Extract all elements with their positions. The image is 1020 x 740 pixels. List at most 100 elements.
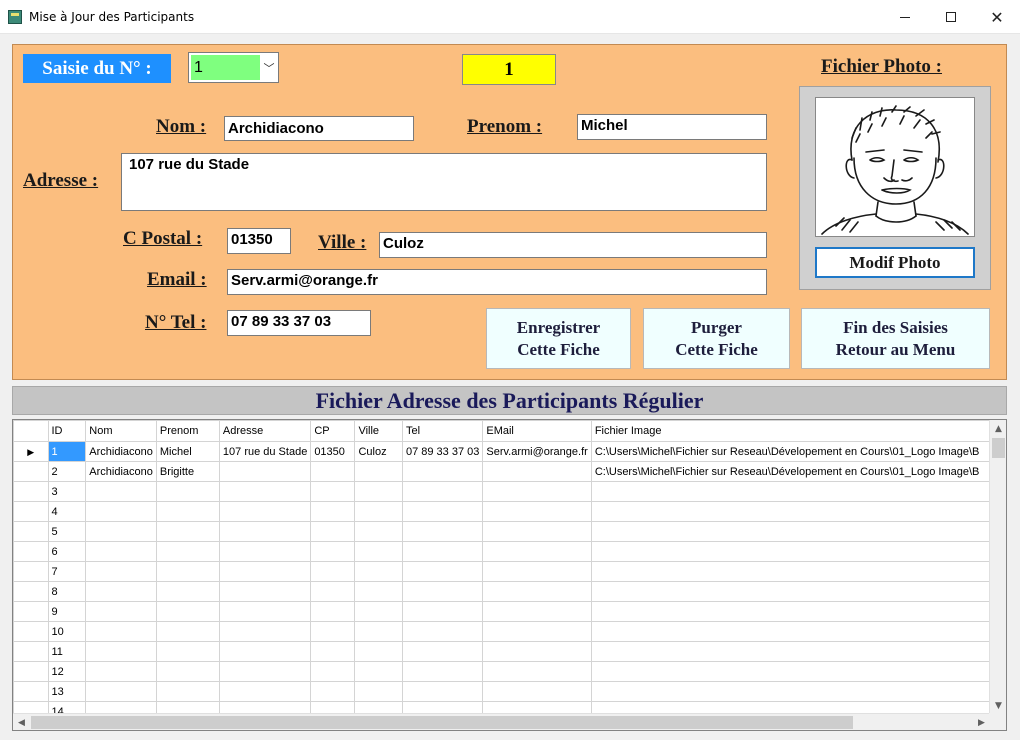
table-cell[interactable] [401,581,484,602]
table-cell[interactable] [354,461,403,482]
table-cell[interactable] [482,601,592,622]
horizontal-scrollbar[interactable]: ◀ ▶ [13,713,990,730]
table-cell[interactable] [155,501,220,522]
table-cell[interactable] [354,621,403,642]
close-button[interactable]: ✕ [974,0,1020,34]
maximize-button[interactable] [928,0,974,34]
table-cell[interactable] [218,661,312,682]
column-header[interactable]: ID [47,420,87,442]
table-cell[interactable] [85,481,157,502]
table-cell[interactable] [218,581,312,602]
table-row[interactable]: 10 [13,621,990,642]
table-cell[interactable] [155,481,220,502]
row-header[interactable] [13,521,49,542]
table-cell[interactable] [482,501,592,522]
table-row[interactable]: 3 [13,481,990,502]
table-cell[interactable] [354,601,403,622]
table-cell[interactable] [85,661,157,682]
table-cell[interactable] [310,461,356,482]
table-cell[interactable] [354,641,403,662]
table-cell[interactable] [401,481,484,502]
table-cell[interactable] [401,501,484,522]
table-cell[interactable] [401,621,484,642]
table-cell[interactable] [590,521,990,542]
table-cell[interactable] [85,561,157,582]
row-header[interactable] [13,621,49,642]
vertical-scrollbar[interactable]: ▲ ▼ [989,420,1006,714]
modify-photo-button[interactable]: Modif Photo [815,247,975,278]
table-cell[interactable]: 3 [47,481,87,502]
table-cell[interactable] [482,541,592,562]
table-cell[interactable] [401,541,484,562]
table-cell[interactable] [354,681,403,702]
table-cell[interactable] [310,581,356,602]
horizontal-scroll-thumb[interactable] [31,716,853,729]
table-cell[interactable] [155,601,220,622]
table-cell[interactable] [401,601,484,622]
table-cell[interactable] [354,501,403,522]
table-cell[interactable]: 6 [47,541,87,562]
table-cell[interactable] [401,461,484,482]
table-cell[interactable] [590,581,990,602]
table-cell[interactable] [401,521,484,542]
table-cell[interactable] [310,621,356,642]
table-cell[interactable]: 4 [47,501,87,522]
prenom-field[interactable]: Michel [577,114,767,140]
table-cell[interactable] [482,581,592,602]
table-cell[interactable] [310,661,356,682]
table-row[interactable]: 13 [13,681,990,702]
table-cell[interactable] [590,621,990,642]
table-cell[interactable]: Brigitte [155,461,220,482]
column-header[interactable]: Nom [85,420,157,442]
table-cell[interactable] [85,581,157,602]
table-cell[interactable] [354,481,403,502]
table-cell[interactable]: 12 [47,661,87,682]
table-cell[interactable]: 11 [47,641,87,662]
table-cell[interactable] [310,521,356,542]
scroll-up-icon[interactable]: ▲ [990,420,1006,437]
record-select[interactable]: 1 ﹀ [188,52,279,83]
scroll-down-icon[interactable]: ▼ [990,697,1006,714]
table-cell[interactable]: C:\Users\Michel\Fichier sur Reseau\Dével… [590,441,990,462]
table-cell[interactable] [590,601,990,622]
purge-record-button[interactable]: Purger Cette Fiche [643,308,790,369]
column-header[interactable]: CP [310,420,356,442]
table-cell[interactable] [590,501,990,522]
row-header[interactable] [13,601,49,622]
table-cell[interactable] [218,521,312,542]
table-cell[interactable] [155,661,220,682]
table-cell[interactable] [482,681,592,702]
ville-field[interactable]: Culoz [379,232,767,258]
row-header[interactable] [13,501,49,522]
table-cell[interactable]: 9 [47,601,87,622]
cpostal-field[interactable]: 01350 [227,228,291,254]
column-header[interactable]: Fichier Image [590,420,990,442]
table-cell[interactable] [155,521,220,542]
table-cell[interactable] [85,621,157,642]
vertical-scroll-thumb[interactable] [992,438,1005,458]
table-cell[interactable] [310,561,356,582]
table-cell[interactable] [310,681,356,702]
table-cell[interactable] [310,641,356,662]
table-cell[interactable]: 13 [47,681,87,702]
table-cell[interactable] [590,541,990,562]
table-cell[interactable] [590,481,990,502]
table-cell[interactable] [590,681,990,702]
table-cell[interactable] [590,561,990,582]
table-cell[interactable] [155,641,220,662]
row-header[interactable] [13,481,49,502]
table-cell[interactable] [155,561,220,582]
table-cell[interactable] [218,681,312,702]
scroll-right-icon[interactable]: ▶ [973,714,990,730]
table-cell[interactable] [218,481,312,502]
table-row[interactable]: 5 [13,521,990,542]
row-header[interactable] [13,641,49,662]
table-cell[interactable] [401,561,484,582]
table-cell[interactable]: 07 89 33 37 03 [401,441,484,462]
column-header[interactable]: EMail [482,420,592,442]
table-row[interactable]: 6 [13,541,990,562]
column-header[interactable]: Ville [354,420,403,442]
adresse-field[interactable]: 107 rue du Stade [121,153,767,211]
table-cell[interactable] [310,501,356,522]
table-cell[interactable] [218,541,312,562]
